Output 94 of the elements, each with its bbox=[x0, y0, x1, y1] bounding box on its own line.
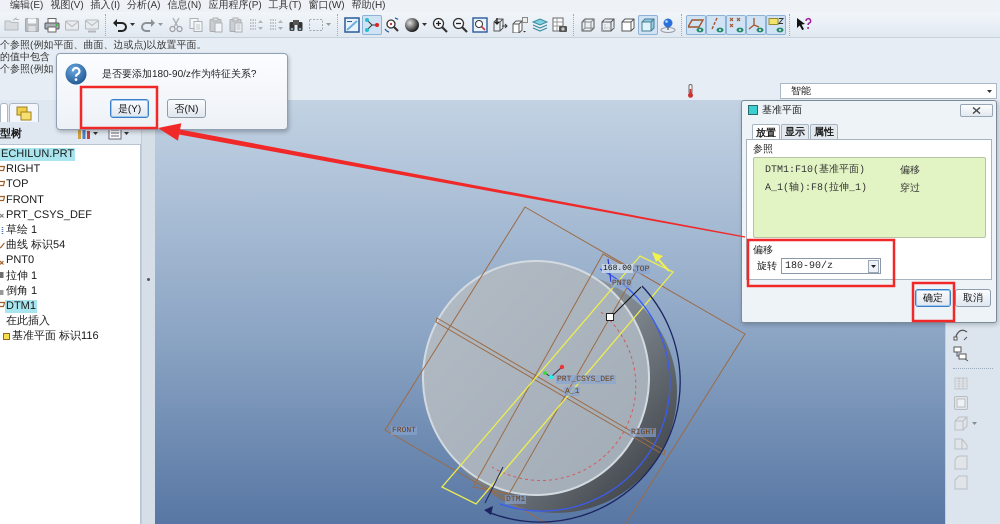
tree-item[interactable]: 草绘 1 bbox=[5, 224, 38, 238]
datum-tag: DTM1 bbox=[505, 495, 526, 504]
box-arrow-icon[interactable] bbox=[492, 16, 508, 32]
tab[interactable]: 放置 bbox=[752, 124, 780, 140]
caret-icon[interactable] bbox=[987, 90, 992, 92]
connected-dots-icon[interactable] bbox=[362, 14, 382, 34]
menu-item[interactable]: 编辑(E) bbox=[10, 0, 44, 12]
datum-tag: PNT0 bbox=[611, 279, 632, 288]
panel-tab[interactable] bbox=[9, 103, 39, 122]
drag-handle[interactable] bbox=[606, 313, 614, 321]
tab[interactable]: 属性 bbox=[810, 124, 838, 139]
dialog-button[interactable]: 否(N) bbox=[167, 99, 206, 118]
note-eye-icon[interactable] bbox=[766, 14, 786, 34]
dialog-button[interactable]: 是(Y) bbox=[110, 99, 149, 118]
question-mark-icon bbox=[65, 63, 87, 85]
tree-item[interactable]: 倒角 1 bbox=[5, 284, 38, 298]
square-icon bbox=[748, 105, 758, 115]
datum-tag: TOP bbox=[634, 265, 650, 274]
tree-item[interactable]: 在此插入 bbox=[5, 315, 51, 328]
tree-item[interactable]: PRT_CSYS_DEF bbox=[5, 208, 93, 222]
dashed-line-eye-icon[interactable] bbox=[706, 14, 726, 34]
tree-item[interactable]: PNT0 bbox=[5, 254, 36, 268]
field-label: 旋转 bbox=[757, 260, 777, 273]
status-message: 个参照(例如 bbox=[0, 64, 54, 76]
section-label: 偏移 bbox=[753, 244, 774, 257]
dialog-button[interactable]: 取消 bbox=[955, 289, 991, 307]
dotted-line-icon bbox=[0, 226, 5, 236]
folders-icon bbox=[16, 105, 32, 121]
parallelogram-eye-icon[interactable] bbox=[686, 14, 706, 34]
tree-item[interactable]: RIGHT bbox=[5, 163, 42, 176]
status-message: 个参照(例如平面、曲面、边或点)以放置平面。 bbox=[0, 40, 207, 52]
ball-on-plate-icon[interactable] bbox=[660, 16, 676, 32]
tree-item[interactable]: ECHILUN.PRT bbox=[0, 148, 76, 162]
caret-icon[interactable] bbox=[422, 23, 427, 26]
shaded-sphere-icon[interactable] bbox=[404, 16, 420, 32]
datum-tag: RIGHT bbox=[630, 428, 656, 437]
dialog-button[interactable]: 确定 bbox=[915, 289, 951, 307]
hidden-line-cube-icon[interactable] bbox=[600, 16, 616, 32]
menu-item[interactable]: 插入(I) bbox=[90, 0, 120, 12]
thermometer-icon[interactable] bbox=[686, 84, 695, 98]
menu-item[interactable]: 视图(V) bbox=[50, 0, 84, 12]
shaded-cube-icon[interactable] bbox=[638, 14, 658, 34]
menu-item[interactable]: 帮助(H) bbox=[352, 0, 386, 12]
reference-name: A_1(轴):F8(拉伸_1) bbox=[765, 180, 868, 196]
tree-item[interactable]: TOP bbox=[5, 178, 30, 192]
section-label: 参照 bbox=[753, 143, 774, 156]
pointer-question-icon[interactable] bbox=[796, 16, 812, 32]
panel-title: 型树 bbox=[0, 126, 22, 140]
tree-item[interactable]: 曲线 标识54 bbox=[5, 239, 66, 252]
datum-tag: FRONT bbox=[391, 426, 418, 435]
framed-window-icon[interactable] bbox=[344, 16, 360, 32]
undo-arrow-icon[interactable] bbox=[112, 16, 128, 32]
menu-item[interactable]: 信息(N) bbox=[167, 0, 202, 12]
constraint-type: 偏移 bbox=[900, 164, 921, 178]
grid-camera-icon[interactable] bbox=[552, 16, 568, 32]
rotation-dropdown[interactable]: 180-90/z bbox=[781, 258, 881, 274]
magnifier-arrows-icon[interactable] bbox=[384, 16, 400, 32]
dialog-title: 基准平面 bbox=[762, 104, 802, 117]
zoom-out-icon[interactable] bbox=[452, 16, 468, 32]
wireframe-cube-icon[interactable] bbox=[580, 16, 596, 32]
datum-tag: A_1 bbox=[564, 387, 580, 396]
cube-outline-icon[interactable] bbox=[620, 16, 636, 32]
dialog-message: 是否要添加180-90/z作为特征关系? bbox=[102, 68, 256, 81]
framed-magnifier-icon[interactable] bbox=[472, 16, 488, 32]
layers-icon[interactable] bbox=[532, 16, 548, 32]
printer-icon[interactable] bbox=[44, 16, 60, 32]
constraint-type: 穿过 bbox=[900, 182, 921, 196]
tab[interactable]: 显示 bbox=[781, 124, 809, 139]
curve-icon bbox=[0, 240, 5, 251]
linked-boxes-icon[interactable] bbox=[953, 346, 969, 362]
close-button[interactable] bbox=[960, 104, 993, 116]
dimension-value: 168.00 bbox=[602, 264, 633, 273]
reference-list[interactable]: DTM1:F10(基准平面) 偏移 A_1(轴):F8(拉伸_1) 穿过 bbox=[753, 157, 986, 238]
zoom-in-icon[interactable] bbox=[432, 16, 448, 32]
caret-icon[interactable] bbox=[130, 23, 135, 26]
menu-item[interactable]: 工具(T) bbox=[268, 0, 302, 12]
tree-item[interactable]: DTM1 bbox=[5, 300, 37, 313]
cross-marks-eye-icon[interactable] bbox=[726, 14, 746, 34]
filter-dropdown[interactable]: 智能 bbox=[780, 83, 997, 99]
close-icon bbox=[972, 106, 981, 114]
reference-name: DTM1:F10(基准平面) bbox=[765, 162, 866, 178]
box-tag-icon[interactable] bbox=[512, 16, 528, 32]
highlight-frame bbox=[912, 282, 956, 322]
caret-icon[interactable] bbox=[868, 260, 879, 272]
tree-item[interactable]: FRONT bbox=[5, 194, 45, 207]
datum-tag: PRT_CSYS_DEF bbox=[556, 375, 616, 384]
status-message: 的值中包含 bbox=[0, 52, 50, 64]
leader-line bbox=[612, 286, 642, 316]
grip-dot-icon[interactable] bbox=[147, 278, 150, 281]
axes-eye-icon[interactable] bbox=[746, 14, 766, 34]
tree-item[interactable]: 基准平面 标识116 bbox=[11, 330, 100, 344]
tree-item[interactable]: 拉伸 1 bbox=[5, 270, 38, 283]
square-icon bbox=[3, 332, 10, 342]
menu-item[interactable]: 分析(A) bbox=[127, 0, 160, 12]
